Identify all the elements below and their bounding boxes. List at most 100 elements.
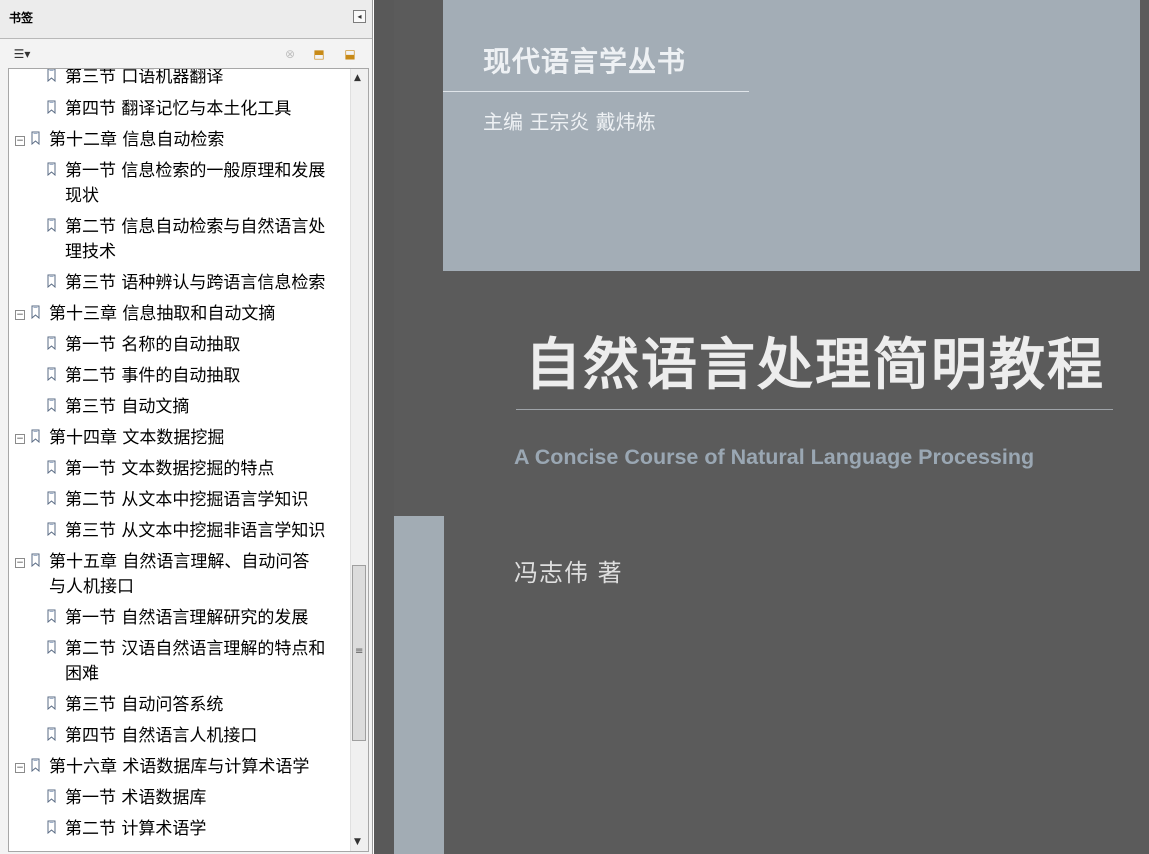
- bookmark-list: 第三节 口语机器翻译 第四节 翻译记忆与本土化工具 − 第十二章 信息自动检索 第一节 …: [9, 69, 349, 851]
- bookmark-icon: [47, 727, 57, 741]
- bookmark-item[interactable]: 第二节 事件的自动抽取: [9, 364, 349, 390]
- collapse-toggle-icon[interactable]: −: [15, 558, 25, 568]
- bookmark-item[interactable]: 第一节 文本数据挖掘的特点: [9, 457, 349, 483]
- bookmark-item[interactable]: 第三节 从文本中挖掘非语言学知识: [9, 519, 349, 545]
- bookmark-icon: [47, 491, 57, 505]
- bookmark-icon: [47, 820, 57, 834]
- bookmark-icon: [47, 218, 57, 232]
- bookmark-label: 第一节 文本数据挖掘的特点: [65, 459, 275, 479]
- delete-bookmark-icon[interactable]: ⊗: [282, 46, 298, 62]
- bookmark-item[interactable]: 第二节 信息自动检索与自然语言处 理技术: [9, 215, 349, 267]
- bookmark-item[interactable]: 第二节 汉语自然语言理解的特点和 困难: [9, 637, 349, 689]
- bookmark-item[interactable]: − 第十三章 信息抽取和自动文摘: [9, 302, 349, 328]
- bookmark-label: 第三节 从文本中挖掘非语言学知识: [65, 521, 326, 541]
- vertical-scrollbar[interactable]: ▲ ≡ ▼: [350, 69, 368, 851]
- bookmark-item[interactable]: 第一节 术语数据库: [9, 786, 349, 812]
- bookmark-tree: 第三节 口语机器翻译 第四节 翻译记忆与本土化工具 − 第十二章 信息自动检索 第一节 …: [8, 68, 369, 852]
- collapse-toggle-icon[interactable]: −: [15, 434, 25, 444]
- bookmark-icon: [47, 162, 57, 176]
- cover-side-strip: [394, 516, 444, 854]
- bookmark-item[interactable]: 第四节 翻译记忆与本土化工具: [9, 97, 349, 123]
- bookmark-label: 第十三章 信息抽取和自动文摘: [49, 304, 276, 324]
- bookmark-icon: [47, 398, 57, 412]
- bookmark-label: 第二节 汉语自然语言理解的特点和: [65, 639, 326, 659]
- bookmark-icon: [47, 789, 57, 803]
- bookmark-item[interactable]: − 第十二章 信息自动检索: [9, 128, 349, 154]
- bookmark-label: 第十六章 术语数据库与计算术语学: [49, 757, 310, 777]
- bookmark-item[interactable]: 第一节 信息检索的一般原理和发展 现状: [9, 159, 349, 211]
- bookmark-icon: [31, 305, 41, 319]
- book-cover-page: 现代语言学丛书 主编 王宗炎 戴炜栋 自然语言处理简明教程 A Concise …: [394, 0, 1149, 854]
- collapse-panel-button[interactable]: ◂: [353, 10, 366, 23]
- bookmark-icon: [31, 758, 41, 772]
- scroll-up-arrow-icon[interactable]: ▲: [354, 73, 361, 83]
- panel-title: 书签: [9, 11, 34, 25]
- bookmark-label: 第十二章 信息自动检索: [49, 130, 225, 150]
- bookmark-label-continued: 现状: [65, 186, 99, 206]
- bookmark-toolbar: ☰▾ ⊗ ⬒ ⬓: [0, 40, 372, 68]
- bookmark-icon: [47, 274, 57, 288]
- bookmark-icon: [47, 460, 57, 474]
- bookmark-icon: [47, 367, 57, 381]
- bookmark-icon: [47, 640, 57, 654]
- scroll-thumb[interactable]: ≡: [352, 565, 366, 741]
- bookmark-item[interactable]: − 第十四章 文本数据挖掘: [9, 426, 349, 452]
- scroll-grip-icon: ≡: [355, 646, 364, 657]
- series-title: 现代语言学丛书: [483, 45, 687, 78]
- bookmark-label-continued: 与人机接口: [49, 577, 134, 597]
- bookmark-label: 第一节 信息检索的一般原理和发展: [65, 161, 326, 181]
- collapse-toggle-icon[interactable]: −: [15, 136, 25, 146]
- bookmark-item[interactable]: 第一节 名称的自动抽取: [9, 333, 349, 359]
- bookmark-item[interactable]: 第一节 自然语言理解研究的发展: [9, 606, 349, 632]
- bookmark-item[interactable]: 第二节 计算术语学: [9, 817, 349, 843]
- bookmark-label: 第十四章 文本数据挖掘: [49, 428, 225, 448]
- bookmark-label: 第三节 自动问答系统: [65, 695, 224, 715]
- bookmark-item[interactable]: 第四节 自然语言人机接口: [9, 724, 349, 750]
- bookmark-label: 第二节 事件的自动抽取: [65, 366, 241, 386]
- bookmark-label-continued: 理技术: [65, 242, 116, 262]
- editors-line: 主编 王宗炎 戴炜栋: [483, 110, 656, 134]
- author-line: 冯志伟 著: [514, 559, 623, 587]
- bookmark-label: 第三节 语种辨认与跨语言信息检索: [65, 273, 326, 293]
- bookmark-label: 第二节 计算术语学: [65, 819, 207, 839]
- bookmark-label: 第四节 翻译记忆与本土化工具: [65, 99, 292, 119]
- bookmark-item[interactable]: 第三节 语种辨认与跨语言信息检索: [9, 271, 349, 297]
- scroll-down-arrow-icon[interactable]: ▼: [354, 837, 361, 847]
- bookmark-icon: [47, 336, 57, 350]
- collapse-toggle-icon[interactable]: −: [15, 763, 25, 773]
- bookmark-label: 第一节 术语数据库: [65, 788, 207, 808]
- bookmark-item[interactable]: 第三节 自动问答系统: [9, 693, 349, 719]
- bookmark-item[interactable]: − 第十六章 术语数据库与计算术语学: [9, 755, 349, 781]
- bookmark-icon: [31, 131, 41, 145]
- bookmark-item[interactable]: 第二节 从文本中挖掘语言学知识: [9, 488, 349, 514]
- bookmark-label-continued: 困难: [65, 664, 99, 684]
- bookmark-icon: [31, 429, 41, 443]
- bookmark-label: 第三节 口语机器翻译: [65, 68, 224, 87]
- expand-bookmark-icon[interactable]: ⬒: [311, 46, 327, 62]
- bookmark-label: 第十五章 自然语言理解、自动问答: [49, 552, 310, 572]
- bookmark-label: 第三节 自动文摘: [65, 397, 190, 417]
- bookmark-label: 第二节 信息自动检索与自然语言处: [65, 217, 326, 237]
- bookmark-label: 第二节 从文本中挖掘语言学知识: [65, 490, 309, 510]
- series-divider: [443, 91, 749, 92]
- bookmark-label: 第四节 自然语言人机接口: [65, 726, 258, 746]
- new-bookmark-icon[interactable]: ⬓: [342, 46, 358, 62]
- bookmark-item[interactable]: 第三节 自动文摘: [9, 395, 349, 421]
- panel-header: 书签 ◂: [0, 0, 372, 39]
- bookmark-icon: [47, 696, 57, 710]
- collapse-toggle-icon[interactable]: −: [15, 310, 25, 320]
- title-divider: [516, 409, 1113, 410]
- english-title: A Concise Course of Natural Language Pro…: [514, 445, 1035, 469]
- bookmark-label: 第一节 名称的自动抽取: [65, 335, 241, 355]
- bookmark-icon: [47, 609, 57, 623]
- cover-top-band: 现代语言学丛书 主编 王宗炎 戴炜栋: [443, 0, 1140, 271]
- bookmark-item[interactable]: 第三节 口语机器翻译: [9, 68, 349, 91]
- bookmark-icon: [47, 522, 57, 536]
- book-title: 自然语言处理简明教程: [525, 332, 1105, 398]
- options-menu-icon[interactable]: ☰▾: [9, 46, 35, 62]
- bookmark-icon: [31, 553, 41, 567]
- bookmark-label: 第一节 自然语言理解研究的发展: [65, 608, 309, 628]
- bookmark-icon: [47, 69, 57, 82]
- bookmark-icon: [47, 100, 57, 114]
- bookmark-item[interactable]: − 第十五章 自然语言理解、自动问答 与人机接口: [9, 550, 349, 602]
